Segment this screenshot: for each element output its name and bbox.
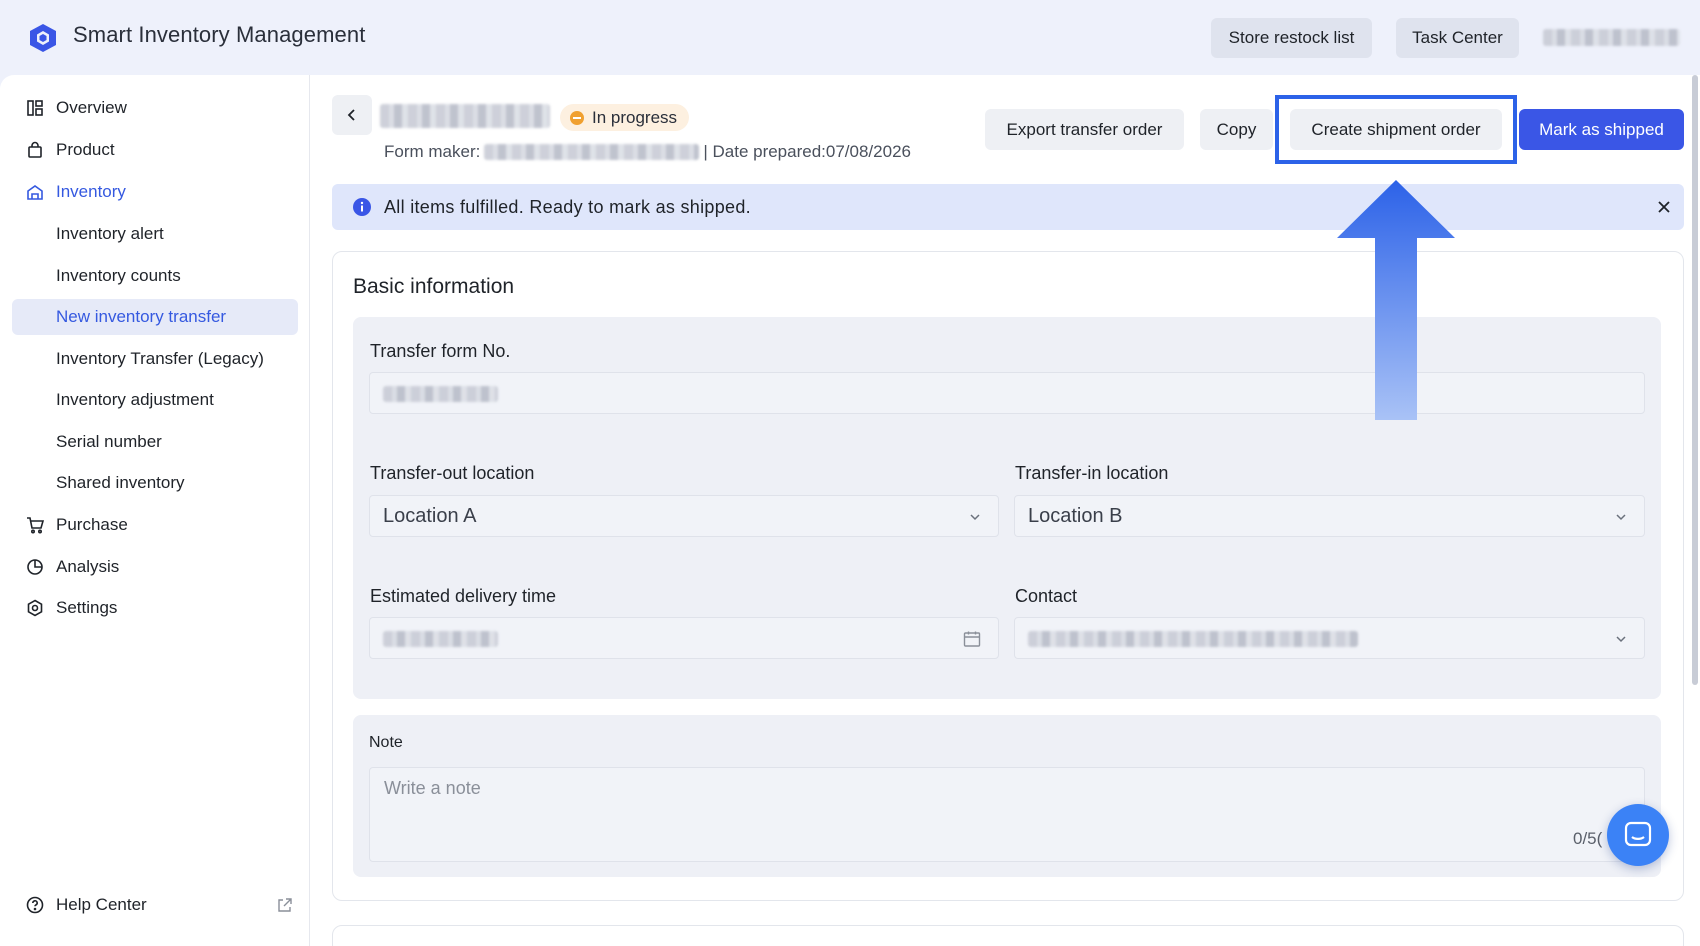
sidebar-item-shared-inventory[interactable]: Shared inventory (12, 465, 298, 501)
sidebar-item-inventory[interactable]: Inventory (12, 174, 298, 210)
sidebar-item-label: New inventory transfer (56, 307, 227, 326)
status-dot-icon (570, 111, 584, 125)
form-maker-label: Form maker: (384, 142, 481, 161)
sidebar-item-label: Overview (56, 98, 127, 117)
note-textarea[interactable]: Write a note (369, 767, 1645, 862)
arrow-up-icon (1337, 180, 1455, 420)
contact-select[interactable] (1014, 617, 1645, 659)
sidebar-item-label: Inventory adjustment (56, 390, 214, 409)
note-label: Note (369, 734, 403, 751)
app-title: Smart Inventory Management (73, 22, 366, 47)
dashboard-icon (27, 100, 43, 116)
back-button[interactable] (332, 95, 372, 135)
sidebar-item-label: Analysis (56, 557, 120, 576)
sidebar-item-inventory-adjustment[interactable]: Inventory adjustment (12, 382, 298, 418)
form-maker-value (484, 144, 700, 160)
sidebar-item-serial-number[interactable]: Serial number (12, 424, 298, 460)
help-center-label: Help Center (56, 895, 147, 914)
sidebar-item-label: Shared inventory (56, 473, 185, 492)
top-bar: Smart Inventory Management Store restock… (0, 0, 1700, 75)
transfer-in-label: Transfer-in location (1015, 463, 1169, 483)
sidebar-item-label: Inventory Transfer (Legacy) (56, 349, 264, 368)
transfer-no-label: Transfer form No. (370, 341, 511, 361)
next-section-card (332, 925, 1684, 946)
settings-icon (27, 599, 43, 617)
chevron-left-icon (347, 109, 355, 121)
transfer-no-value (383, 386, 498, 402)
delivery-time-label: Estimated delivery time (370, 586, 557, 606)
help-center-link[interactable]: Help Center (12, 887, 298, 923)
info-alert: All items fulfilled. Ready to mark as sh… (332, 184, 1684, 230)
contact-value (1028, 631, 1358, 647)
mark-as-shipped-button[interactable]: Mark as shipped (1519, 109, 1684, 150)
contact-label: Contact (1015, 586, 1078, 606)
delivery-time-value (383, 631, 498, 647)
note-char-count: 0/5( (1573, 829, 1603, 848)
copy-button[interactable]: Copy (1200, 109, 1273, 150)
calendar-icon (963, 631, 981, 647)
transfer-out-select[interactable]: Location A (369, 495, 999, 537)
transfer-in-value: Location B (1028, 504, 1123, 527)
status-text: In progress (592, 107, 678, 127)
chat-icon (1624, 821, 1652, 847)
note-placeholder: Write a note (384, 778, 481, 798)
sidebar-item-label: Purchase (56, 515, 128, 534)
sidebar-item-label: Settings (56, 598, 118, 617)
sidebar-item-label: Inventory alert (56, 224, 164, 243)
sidebar-item-label: Product (56, 140, 115, 159)
sidebar-item-analysis[interactable]: Analysis (12, 549, 298, 585)
status-badge: In progress (560, 104, 690, 131)
app-logo-icon (30, 24, 56, 52)
external-link-icon (278, 898, 292, 912)
help-icon (26, 896, 44, 914)
date-prepared-label: | Date prepared: (703, 142, 826, 161)
sidebar-item-inventory-alert[interactable]: Inventory alert (12, 216, 298, 252)
warehouse-icon (27, 185, 43, 200)
order-meta: Form maker: | Date prepared: 07/08/2026 (384, 142, 911, 162)
user-account-menu[interactable] (1543, 29, 1680, 46)
export-transfer-order-button[interactable]: Export transfer order (985, 109, 1184, 150)
chevron-down-icon (1616, 514, 1626, 521)
task-center-button[interactable]: Task Center (1396, 18, 1519, 58)
chevron-down-icon (970, 514, 980, 521)
sidebar-item-settings[interactable]: Settings (12, 590, 298, 626)
shopping-bag-icon (28, 141, 42, 158)
sidebar-item-label: Inventory (56, 182, 126, 201)
date-prepared-value: 07/08/2026 (825, 142, 911, 161)
store-restock-list-button[interactable]: Store restock list (1211, 18, 1372, 58)
cart-icon (27, 517, 44, 534)
page-scrollbar[interactable] (1692, 75, 1698, 685)
alert-message: All items fulfilled. Ready to mark as sh… (384, 196, 751, 217)
sidebar-item-product[interactable]: Product (12, 132, 298, 168)
pie-chart-icon (27, 559, 43, 575)
sidebar-item-new-inventory-transfer[interactable]: New inventory transfer (12, 299, 298, 335)
highlight-box (1275, 95, 1517, 164)
delivery-time-picker[interactable] (369, 617, 999, 659)
chevron-down-icon (1616, 636, 1626, 643)
sidebar-item-inventory-counts[interactable]: Inventory counts (12, 258, 298, 294)
transfer-in-select[interactable]: Location B (1014, 495, 1645, 537)
section-title: Basic information (353, 275, 515, 298)
sidebar-item-label: Inventory counts (56, 266, 181, 285)
sidebar-item-inventory-transfer-legacy[interactable]: Inventory Transfer (Legacy) (12, 341, 298, 377)
transfer-out-label: Transfer-out location (370, 463, 535, 483)
sidebar-item-overview[interactable]: Overview (12, 90, 298, 126)
chat-support-button[interactable] (1607, 804, 1669, 866)
close-icon[interactable] (1656, 199, 1672, 215)
transfer-out-value: Location A (383, 504, 477, 527)
sidebar-item-purchase[interactable]: Purchase (12, 507, 298, 543)
info-icon (353, 198, 371, 216)
order-id (380, 104, 550, 128)
sidebar-item-label: Serial number (56, 432, 162, 451)
